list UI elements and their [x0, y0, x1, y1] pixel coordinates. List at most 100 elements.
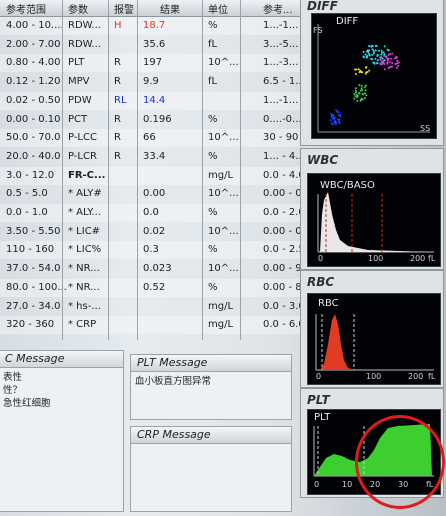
cell-unit: 10^...: [208, 225, 239, 237]
cell-range: 0.5 - 5.0: [6, 188, 48, 200]
diff-graph-title: DIFF: [307, 0, 338, 13]
cell-ref: 0.0 - 4.0: [263, 169, 305, 181]
cell-unit: fL: [208, 38, 218, 50]
cell-ref: 1... - 4...: [263, 150, 305, 162]
diff-dot: [368, 45, 370, 48]
rbc-tick-unit: fL: [428, 372, 436, 381]
diff-dot: [365, 66, 367, 69]
diff-dot: [371, 48, 374, 51]
cell-ref: 0.0 - 2.5: [263, 244, 305, 256]
diff-dot: [364, 84, 367, 87]
diff-dot: [354, 89, 357, 92]
diff-dot: [353, 97, 356, 100]
diff-dot: [359, 98, 362, 101]
header-result[interactable]: 结果: [160, 1, 180, 16]
cell-ref: 1...-1...: [263, 94, 299, 106]
diff-dot: [380, 61, 383, 64]
rbc-label: RBC: [318, 298, 339, 309]
header-param[interactable]: 参数: [68, 1, 88, 16]
diff-dot: [385, 56, 388, 59]
wbc-graph-title: WBC: [307, 153, 339, 167]
message-line: 性？: [3, 385, 23, 396]
wbc-message-title: C Message: [0, 351, 123, 368]
header-unit[interactable]: 单位: [208, 1, 228, 16]
diff-dot: [383, 68, 386, 71]
header-flag[interactable]: 报警: [114, 1, 134, 16]
cell-unit: 10^...: [208, 263, 239, 275]
diff-dot: [336, 111, 339, 114]
diff-dot: [362, 50, 365, 53]
plt-graph-title: PLT: [307, 393, 330, 407]
plt-message-panel: PLT Message 血小板直方图异常: [130, 354, 292, 420]
table-row[interactable]: 37.0 - 54.0 * NR... 0.023 10^... 0.00 - 9...: [0, 260, 311, 278]
table-row[interactable]: 0.12 - 1.20 MPV R 9.9 fL 6.5 - 1...: [0, 73, 305, 91]
wbc-histogram[interactable]: WBC/BASO 0 100 200 fL: [307, 173, 441, 267]
wbc-tick-200: 200: [410, 254, 426, 263]
diff-dot: [394, 62, 397, 65]
plt-tick-0: 0: [314, 480, 320, 489]
table-row[interactable]: 20.0 - 40.0 P-LCR R 33.4% 1... - 4...: [0, 148, 305, 166]
cell-flag: R: [114, 113, 121, 125]
diff-label: DIFF: [336, 16, 359, 27]
diff-dot: [358, 84, 361, 86]
cell-result: 18.7: [143, 20, 166, 31]
cell-range: 0.02 - 0.50: [6, 94, 61, 106]
rbc-tick-100: 100: [366, 372, 382, 381]
diff-dot: [359, 89, 362, 92]
cell-param: RDW...: [68, 20, 101, 31]
diff-dot: [368, 69, 371, 72]
cell-result: 0.02: [143, 225, 166, 237]
cell-result: 0.3: [143, 244, 159, 256]
crp-message-panel: CRP Message: [130, 426, 292, 512]
table-row[interactable]: 0.02 - 0.50 PDW RL 14.4 1...-1...: [0, 91, 300, 110]
cell-range: 37.0 - 54.0: [6, 263, 61, 275]
diff-dot: [360, 84, 363, 87]
cell-ref: 30 - 90: [263, 132, 299, 144]
diff-dot: [395, 66, 398, 69]
diff-dot: [386, 48, 389, 51]
diff-dot: [386, 61, 389, 64]
cell-result: 0.52: [143, 281, 166, 293]
diff-dot: [391, 65, 394, 68]
header-range[interactable]: 参考范围: [6, 1, 46, 16]
diff-dot: [383, 63, 386, 65]
table-row[interactable]: 0.0 - 1.0 * ALY... 0.0% 0.0 - 2.0: [0, 204, 305, 222]
diff-dot: [363, 97, 366, 100]
diff-dot: [376, 59, 379, 62]
table-row[interactable]: 4.00 - 10.... RDW... H 18.7% 1...-1...: [0, 17, 300, 35]
cell-param: * CRP: [68, 319, 97, 331]
rbc-histogram[interactable]: RBC 0 100 200 fL: [307, 293, 441, 385]
diff-dot: [379, 58, 382, 61]
cell-unit: %: [208, 113, 218, 125]
diff-dot: [373, 62, 376, 65]
wbc-curve: [320, 192, 428, 252]
table-row[interactable]: 110 - 160 * LIC% 0.3% 0.0 - 2.5: [0, 241, 305, 260]
table-row[interactable]: 3.0 - 12.0 FR-C... mg/L 0.0 - 4.0: [0, 166, 305, 185]
diff-dot: [365, 71, 368, 74]
diff-dot: [397, 64, 400, 67]
table-row[interactable]: 80.0 - 100... * NR... 0.52% 0.00 - 8...: [0, 278, 311, 297]
table-row[interactable]: 0.00 - 0.10 PCT R 0.196% 0....-0....: [0, 111, 305, 129]
diff-dot: [359, 70, 362, 72]
message-line: 血小板直方图异常: [135, 376, 212, 387]
table-row[interactable]: 0.5 - 5.0 * ALY# 0.00 10^... 0.00 - 0...: [0, 185, 311, 203]
diff-dot: [383, 54, 385, 57]
table-row[interactable]: 0.80 - 4.00 PLT R 197 10^... 1...-3...: [0, 54, 300, 73]
diff-scattergram[interactable]: DIFF FS SS: [311, 13, 437, 139]
table-row[interactable]: 320 - 360 * CRP mg/L 0.0 - 6.0: [0, 316, 305, 335]
cell-param: P-LCC: [68, 132, 97, 144]
header-ref[interactable]: 参考...: [263, 1, 293, 16]
cell-unit: 10^...: [208, 188, 239, 200]
cell-unit: 10^...: [208, 132, 239, 144]
cell-result: 0.196: [143, 113, 172, 125]
cell-range: 0.80 - 4.00: [6, 57, 61, 69]
diff-dot: [356, 95, 359, 97]
table-row[interactable]: 3.50 - 5.50 * LIC# 0.02 10^... 0.00 - 0...: [0, 223, 311, 241]
table-row[interactable]: 50.0 - 70.0 P-LCC R 66 10^... 30 - 90: [0, 129, 300, 148]
table-row[interactable]: 27.0 - 34.0 * hs-... mg/L 0.0 - 3.0: [0, 298, 305, 316]
column-divider: [240, 0, 241, 340]
diff-dot: [337, 120, 340, 123]
table-row[interactable]: 2.00 - 7.00 RDW... 35.6 fL 3...-5...: [0, 36, 300, 54]
diff-dot: [380, 53, 383, 56]
cell-ref: 1...-1...: [263, 20, 299, 31]
